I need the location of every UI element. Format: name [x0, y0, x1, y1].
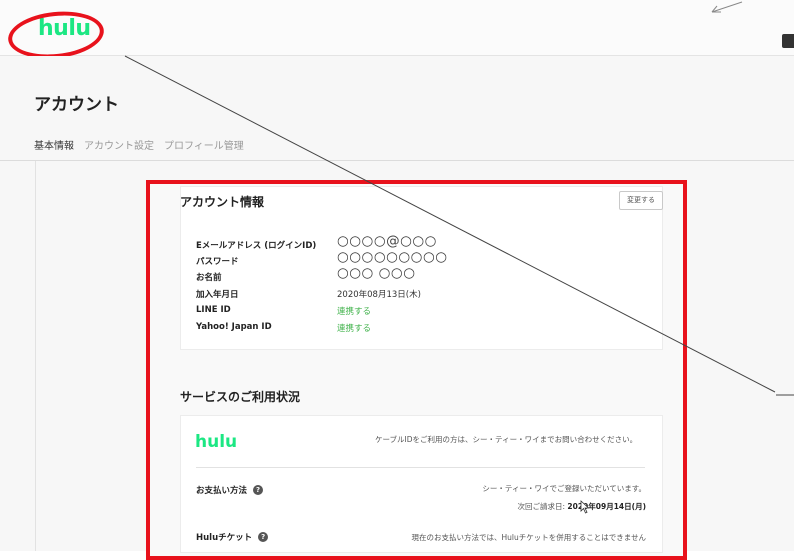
service-hulu-logo: hulu: [195, 432, 238, 452]
hulu-ticket-text: Huluチケット: [196, 533, 253, 543]
top-bar: hulu: [0, 0, 794, 63]
name-label: お名前: [196, 273, 222, 283]
next-billing-prefix: 次回ご請求日: [517, 502, 563, 511]
page-title: アカウント: [34, 95, 119, 115]
email-value: ○○○○@○○○: [337, 233, 437, 249]
hulu-ticket-label: Huluチケット ?: [196, 531, 269, 543]
tab-bar: 基本情報 アカウント設定 プロフィール管理: [34, 137, 244, 161]
payment-method-text: お支払い方法: [196, 486, 248, 496]
mouse-cursor-icon: [580, 500, 590, 514]
service-divider: [196, 467, 645, 468]
tab-account-settings[interactable]: アカウント設定: [84, 137, 154, 161]
side-divider: [35, 161, 36, 551]
service-note: ケーブルIDをご利用の方は、シー・ティー・ワイまでお問い合わせください。: [375, 435, 638, 444]
payment-method-value: シー・ティー・ワイでご登録いただいています。: [482, 484, 646, 493]
help-icon[interactable]: ?: [258, 532, 269, 542]
user-menu-icon[interactable]: [782, 34, 794, 48]
hulu-ticket-value: 現在のお支払い方法では、Huluチケットを併用することはできません: [411, 533, 646, 542]
tab-basic-info[interactable]: 基本情報: [34, 137, 74, 161]
account-info-title: アカウント情報: [180, 195, 265, 209]
highlight-circle: [5, 7, 107, 63]
change-button[interactable]: 変更する: [619, 191, 663, 210]
service-status-title: サービスのご利用状況: [180, 390, 301, 404]
join-date-label: 加入年月日: [196, 290, 239, 300]
payment-method-label: お支払い方法 ?: [196, 484, 264, 496]
tabs-divider: [0, 160, 794, 161]
arrow-annotation-icon: [711, 1, 743, 13]
join-date-value: 2020年08月13日(木): [337, 290, 421, 300]
tab-profile-management[interactable]: プロフィール管理: [164, 137, 244, 161]
help-icon[interactable]: ?: [253, 485, 264, 495]
yahoo-id-label: Yahoo! Japan ID: [196, 322, 272, 332]
password-label: パスワード: [196, 257, 239, 267]
name-value: ○○○ ○○○: [337, 265, 416, 281]
email-label: Eメールアドレス (ログインID): [196, 241, 317, 251]
line-id-label: LINE ID: [196, 305, 231, 315]
next-billing-row: 次回ご請求日: 2020年09月14日(月): [517, 502, 646, 511]
yahoo-id-link[interactable]: 連携する: [337, 322, 371, 334]
line-id-link[interactable]: 連携する: [337, 305, 371, 317]
password-value: ○○○○○○○○○: [337, 249, 448, 265]
